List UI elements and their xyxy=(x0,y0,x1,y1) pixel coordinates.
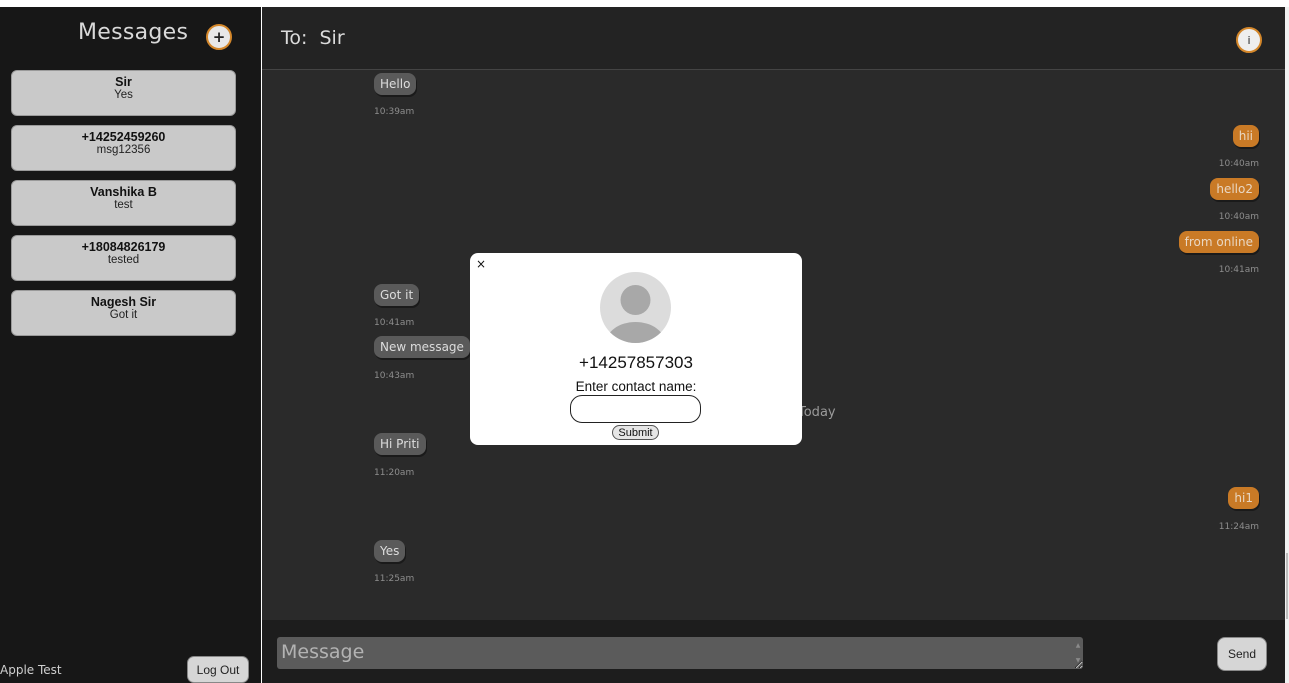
conversation-preview: msg12356 xyxy=(96,144,151,156)
plus-icon: + xyxy=(212,28,226,46)
conversation-name: Sir xyxy=(115,75,132,89)
conversation-item[interactable]: +18084826179 tested xyxy=(11,235,236,281)
message-time: 10:39am xyxy=(374,107,415,117)
avatar-placeholder-icon xyxy=(600,272,671,343)
message-time: 10:40am xyxy=(1218,212,1259,222)
conversation-sidebar: Messages + Sir Yes +14252459260 msg12356… xyxy=(0,7,261,683)
chat-header: To: Sir i xyxy=(262,7,1285,70)
message-bubble-incoming: Got it xyxy=(374,284,420,306)
conversation-name: Vanshika B xyxy=(90,185,157,199)
conversation-item[interactable]: Sir Yes xyxy=(11,70,236,116)
recipient-label: To: Sir xyxy=(281,27,345,49)
message-bubble-incoming: New message xyxy=(374,336,470,358)
message-bubble-incoming: Yes xyxy=(374,540,406,562)
current-user-name: Apple Test xyxy=(0,663,62,677)
conversation-item[interactable]: Nagesh Sir Got it xyxy=(11,290,236,336)
sidebar-title: Messages xyxy=(78,20,189,45)
contact-name-input[interactable] xyxy=(570,395,701,423)
message-time: 11:20am xyxy=(374,468,415,478)
message-bubble-incoming: Hi Priti xyxy=(374,433,426,455)
conversation-item[interactable]: +14252459260 msg12356 xyxy=(11,125,236,171)
message-time: 10:41am xyxy=(1218,265,1259,275)
message-time: 10:40am xyxy=(1218,159,1259,169)
new-message-button[interactable]: + xyxy=(206,24,232,50)
conversation-preview: test xyxy=(114,199,133,211)
scrollbar-thumb[interactable] xyxy=(1286,553,1288,619)
day-separator: Today xyxy=(798,405,836,420)
message-bubble-outgoing: hello2 xyxy=(1210,178,1259,200)
submit-button[interactable]: Submit xyxy=(612,425,659,440)
contact-name-prompt: Enter contact name: xyxy=(575,379,697,394)
conversation-item[interactable]: Vanshika B test xyxy=(11,180,236,226)
conversation-preview: Yes xyxy=(114,89,133,101)
message-bubble-incoming: Hello xyxy=(374,73,417,95)
message-time: 10:41am xyxy=(374,318,415,328)
close-icon[interactable]: × xyxy=(476,257,486,271)
info-button[interactable]: i xyxy=(1236,27,1262,53)
info-icon: i xyxy=(1247,33,1251,47)
textarea-resize-arrows: ▲ ▼ xyxy=(1075,642,1081,664)
contact-phone-number: +14257857303 xyxy=(579,353,693,372)
conversation-preview: Got it xyxy=(109,309,138,321)
message-bubble-outgoing: hi1 xyxy=(1228,487,1259,509)
conversation-name: +14252459260 xyxy=(81,130,166,144)
message-input[interactable] xyxy=(277,637,1083,669)
message-time: 10:43am xyxy=(374,371,415,381)
add-contact-modal: × +14257857303 Enter contact name: Submi… xyxy=(470,253,802,445)
message-time: 11:24am xyxy=(1218,522,1259,532)
message-bubble-outgoing: hii xyxy=(1232,125,1259,147)
conversation-name: +18084826179 xyxy=(81,240,166,254)
logout-button[interactable]: Log Out xyxy=(187,656,249,683)
send-button[interactable]: Send xyxy=(1217,637,1267,671)
conversation-preview: tested xyxy=(107,254,140,266)
conversation-name: Nagesh Sir xyxy=(90,295,157,309)
message-time: 11:25am xyxy=(374,574,415,584)
message-bubble-outgoing: from online xyxy=(1178,231,1259,253)
